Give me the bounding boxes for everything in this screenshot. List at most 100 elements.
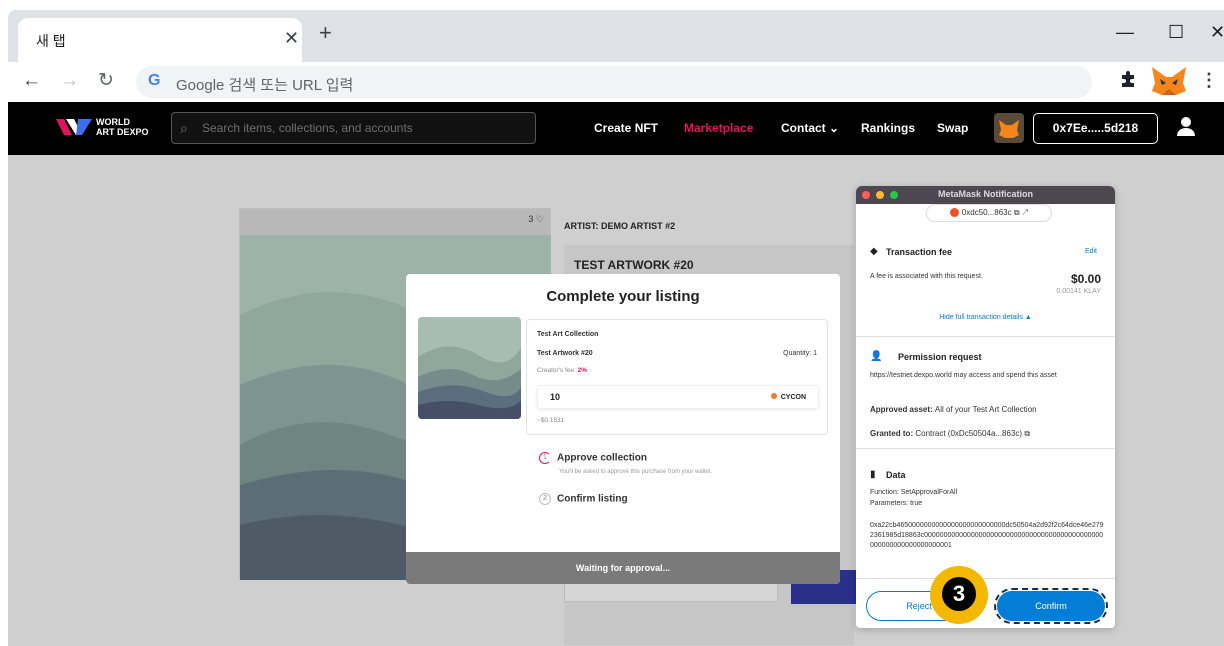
metamask-titlebar: MetaMask Notification [856,186,1115,204]
currency-label: CYCON [780,394,806,401]
address-bar[interactable]: G Google 검색 또는 URL 입력 [136,66,1092,98]
page-body: 3 ♡ ARTIST: DEMO ARTIST #2 TEST ARTWORK … [8,155,1224,646]
site-search-input[interactable]: ⌕ Search items, collections, and account… [171,112,536,144]
tab-close-icon[interactable]: ✕ [284,28,299,49]
approved-asset-label: Approved asset: [870,405,933,414]
puzzle-extension-icon[interactable] [1118,69,1138,89]
wallet-address-button[interactable]: 0x7Ee.....5d218 [1033,113,1158,144]
browser-toolbar: ← → ↻ G Google 검색 또는 URL 입력 ⋮ [8,62,1224,102]
thumbnail-image [418,317,521,419]
forward-arrow-icon[interactable]: → [60,71,79,91]
step-1-spinner-icon: 1 [539,452,551,464]
step-number-badge: 3 [930,566,988,624]
listing-item-card: Test Art Collection Test Artwork #20 Qua… [526,319,828,435]
account-avatar-icon [949,208,959,218]
step-1-description: You'll be asked to approve this purchase… [559,469,713,475]
quantity-label: Quantity: 1 [783,350,817,357]
confirm-button[interactable]: Confirm [994,588,1108,624]
nav-marketplace[interactable]: Marketplace [684,121,753,135]
step-2-title: Confirm listing [557,493,628,505]
cycon-coin-icon [770,393,777,399]
artwork-title: TEST ARTWORK #20 [574,258,694,272]
artist-label: ARTIST: DEMO ARTIST #2 [564,221,676,231]
approved-asset-value: All of your Test Art Collection [934,405,1037,414]
close-window-button[interactable]: ✕ [1210,22,1224,43]
reload-icon[interactable]: ↻ [98,71,114,91]
usd-estimate: ~$0.1531 [537,417,565,424]
logo-line-1: WORLD [96,117,130,127]
nav-swap[interactable]: Swap [937,121,968,135]
minimize-button[interactable]: — [1116,22,1134,43]
account-pill[interactable]: 0xdc50...863c ⧉ ↗ [926,204,1052,222]
copy-contract-icon[interactable]: ⧉ [1024,429,1030,438]
browser-window: 새 탭 ✕ + — ☐ ✕ ← → ↻ G Google 검색 또는 URL 입… [8,10,1224,646]
user-profile-icon[interactable] [1176,116,1196,138]
search-icon: ⌕ [180,120,188,136]
granted-to-value: Contract (0xDc50504a...863c) [915,429,1023,438]
metamask-wallet-button[interactable] [994,113,1024,143]
back-arrow-icon[interactable]: ← [22,71,41,91]
logo-text: WORLD ART DEXPO [96,117,149,137]
permission-request-title: Permission request [898,352,982,362]
step-2-number-icon: 2 [539,493,551,505]
data-title: Data [886,470,906,480]
creator-fee-label: Creator's fee: [537,367,576,374]
logo-line-2: ART DEXPO [96,127,149,137]
fee-value: $0.00 [1070,272,1101,286]
external-link-icon[interactable]: ↗ [1022,208,1028,217]
creator-fee-value: 2% [577,367,588,374]
like-count[interactable]: 3 ♡ [528,214,544,225]
account-address: 0xdc50...863c [961,208,1012,217]
step-1-title: Approve collection [557,452,648,464]
search-placeholder: Search items, collections, and accounts [202,121,413,135]
step-confirm-listing: 2 Confirm listing [539,493,628,505]
tag-icon: ◆ [870,246,878,257]
edit-fee-link[interactable]: Edit [1085,248,1097,255]
nav-create-nft[interactable]: Create NFT [594,121,658,135]
tab-new[interactable]: 새 탭 ✕ [18,18,302,62]
collection-name: Test Art Collection [537,331,599,338]
copy-icon[interactable]: ⧉ [1014,208,1020,217]
granted-to-label: Granted to: [870,429,914,438]
approved-asset: Approved asset: All of your Test Art Col… [870,405,1106,415]
currency-selector[interactable]: CYCON [770,393,806,401]
nav-contact[interactable]: Contact ⌄ [781,121,839,135]
fee-description: A fee is associated with this request. [870,273,983,280]
price-input[interactable]: 10 CYCON [537,385,819,409]
nav-rankings[interactable]: Rankings [861,121,915,135]
person-check-icon: 👤 [870,351,883,362]
metamask-notification-popup: MetaMask Notification 0xdc50...863c ⧉ ↗ … [856,186,1115,628]
google-g-icon: G [148,72,161,89]
metamask-title: MetaMask Notification [937,189,1033,199]
site-header: WORLD ART DEXPO ⌕ Search items, collecti… [8,102,1224,155]
function-name: Function: SetApprovalForAll [870,489,958,496]
metamask-fox-icon[interactable] [1150,65,1188,97]
granted-to: Granted to: Contract (0xDc50504a...863c)… [870,429,1106,439]
permission-description: https://testnet.dexpo.world may access a… [870,372,1057,379]
tab-strip: 새 탭 ✕ + — ☐ ✕ [8,10,1224,62]
waiting-for-approval-button[interactable]: Waiting for approval... [406,552,840,584]
hide-details-link[interactable]: Hide full transaction details ▲ [856,314,1115,321]
divider [856,448,1115,449]
browser-menu-icon[interactable]: ⋮ [1200,70,1218,91]
divider [856,578,1115,579]
address-placeholder: Google 검색 또는 URL 입력 [176,77,354,94]
metamask-fox-icon [999,120,1019,138]
new-tab-button[interactable]: + [319,22,332,44]
tab-title: 새 탭 [36,33,66,49]
step-approve-collection: 1 Approve collection [539,452,647,464]
step-number: 3 [942,577,976,611]
transaction-fee-title: Transaction fee [886,247,953,257]
fee-klay: 0.00141 KLAY [1056,288,1101,295]
divider [856,336,1115,337]
item-thumbnail [418,317,521,419]
world-art-dexpo-logo[interactable] [56,115,92,139]
complete-listing-modal: Complete your listing Test Art Collectio… [406,274,840,584]
price-value: 10 [550,392,561,402]
maximize-button[interactable]: ☐ [1168,22,1184,43]
modal-title: Complete your listing [546,288,700,305]
hex-data: 0xa22cb4650000000000000000000000000dc505… [870,522,1104,549]
parameters: Parameters: true [870,500,923,507]
document-icon: ▮ [870,469,876,480]
item-name: Test Artwork #20 [537,350,593,357]
